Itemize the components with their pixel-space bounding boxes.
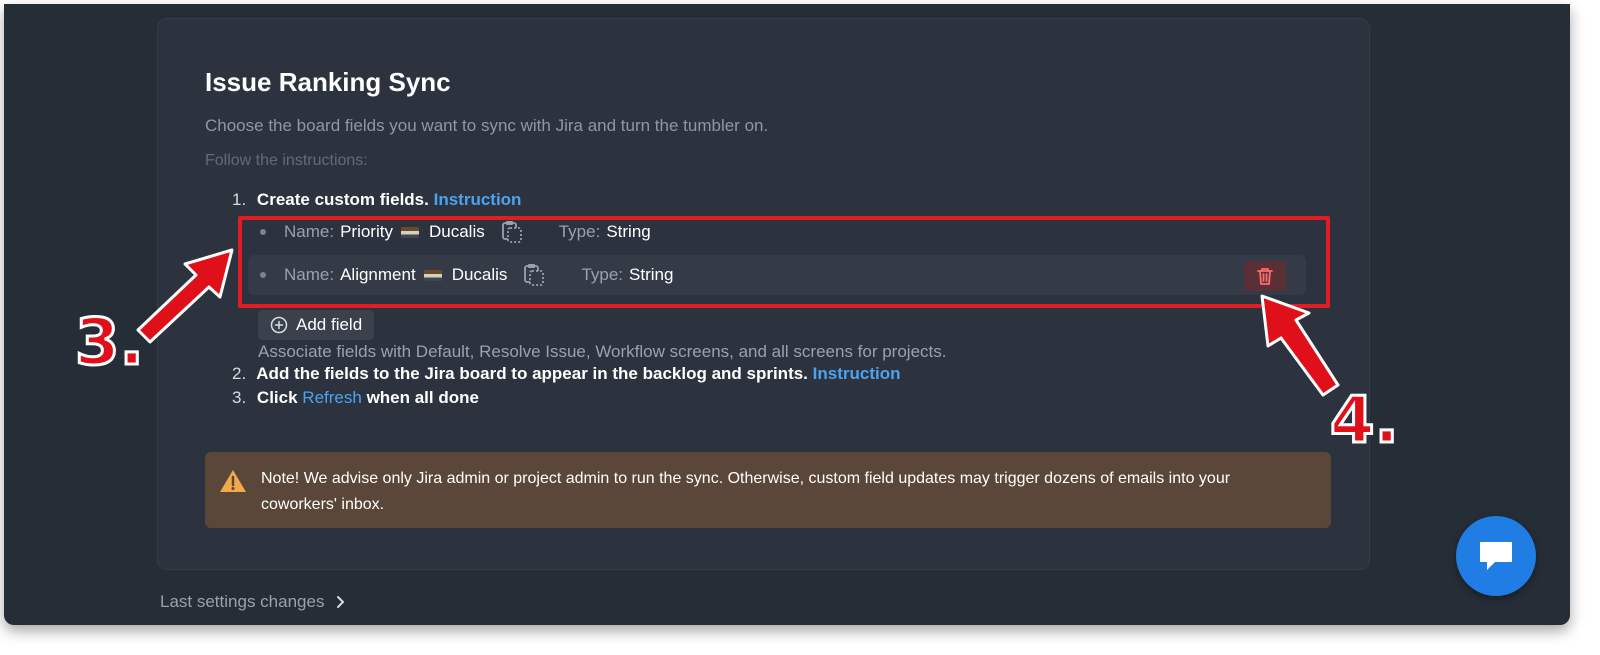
chat-button[interactable]: [1456, 516, 1536, 596]
step-text: Create custom fields.: [256, 190, 429, 209]
step-prefix: Click: [256, 388, 298, 407]
warning-icon: [219, 468, 247, 499]
section-subtitle: Choose the board fields you want to sync…: [205, 116, 769, 135]
step-suffix: when all done: [366, 388, 479, 407]
warning-note: Note! We advise only Jira admin or proje…: [205, 452, 1331, 528]
annotation-callout-3: 3.: [74, 305, 146, 382]
instruction-link[interactable]: Instruction: [813, 364, 901, 383]
warning-text: Note! We advise only Jira admin or proje…: [261, 470, 1231, 513]
annotation-callout-4: 4.: [1329, 383, 1401, 460]
associate-text: Associate fields with Default, Resolve I…: [258, 342, 947, 361]
instruction-link[interactable]: Instruction: [434, 190, 522, 209]
last-changes-label: Last settings changes: [160, 592, 325, 611]
step-number: 2.: [232, 364, 247, 383]
chat-icon: [1480, 542, 1512, 570]
step-2: 2. Add the fields to the Jira board to a…: [232, 364, 901, 384]
highlight-box: [238, 216, 1330, 308]
step-text: Add the fields to the Jira board to appe…: [256, 364, 808, 383]
plus-circle-icon: [270, 316, 288, 334]
refresh-link[interactable]: Refresh: [302, 388, 362, 407]
instructions-hint: Follow the instructions:: [205, 152, 368, 169]
step-number: 3.: [232, 388, 247, 407]
chevron-right-icon: [337, 596, 345, 608]
step-number: 1.: [232, 190, 247, 209]
step-1: 1. Create custom fields. Instruction: [232, 190, 521, 210]
add-field-button[interactable]: Add field: [258, 310, 375, 340]
step-3: 3. Click Refresh when all done: [232, 388, 479, 408]
last-settings-changes-link[interactable]: Last settings changes: [160, 592, 348, 612]
add-field-label: Add field: [296, 315, 363, 334]
page-title: Issue Ranking Sync: [205, 67, 451, 97]
